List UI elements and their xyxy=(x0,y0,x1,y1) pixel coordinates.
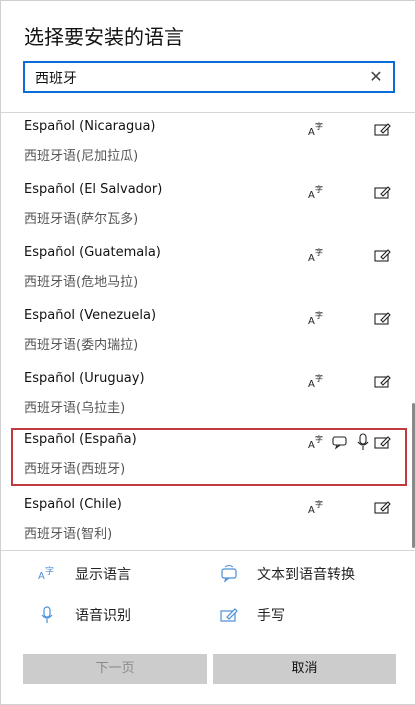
svg-text:字: 字 xyxy=(315,499,323,509)
display-language-icon: A字 xyxy=(308,433,326,451)
language-item[interactable]: Español (Nicaragua) 西班牙语(尼加拉瓜) A 字 xyxy=(11,115,407,173)
svg-text:A: A xyxy=(38,571,45,582)
legend-handwriting-label: 手写 xyxy=(257,608,285,624)
svg-text:A: A xyxy=(308,316,315,327)
svg-text:字: 字 xyxy=(315,184,323,194)
language-item[interactable]: Español (Chile) 西班牙语(智利) A 字 xyxy=(11,493,407,550)
next-button[interactable]: 下一页 xyxy=(23,654,207,684)
language-name: Español (Uruguay) xyxy=(24,371,145,386)
svg-text:字: 字 xyxy=(315,434,323,444)
svg-text:A: A xyxy=(308,505,315,516)
handwriting-icon xyxy=(374,246,392,264)
legend-display-language: A字 显示语言 xyxy=(37,564,131,584)
search-box[interactable]: 西班牙 ✕ xyxy=(23,61,395,93)
display-language-icon: A字 xyxy=(308,183,326,201)
language-name: Español (Venezuela) xyxy=(24,308,157,323)
handwriting-icon xyxy=(374,120,392,138)
language-item[interactable]: Español (El Salvador) 西班牙语(萨尔瓦多) A 字 xyxy=(11,178,407,236)
legend-display-language-label: 显示语言 xyxy=(75,567,131,583)
svg-text:字: 字 xyxy=(315,247,323,257)
display-language-icon: A字 xyxy=(308,498,326,516)
svg-text:字: 字 xyxy=(45,565,54,577)
handwriting-icon xyxy=(374,498,392,516)
display-language-icon: A字 xyxy=(37,564,57,584)
svg-text:A: A xyxy=(308,440,315,451)
svg-text:A: A xyxy=(308,190,315,201)
language-native-name: 西班牙语(危地马拉) xyxy=(24,275,139,290)
legend-text-to-speech: 文本到语音转换 xyxy=(219,564,355,584)
language-item[interactable]: Español (Guatemala) 西班牙语(危地马拉) A 字 xyxy=(11,241,407,299)
language-item[interactable]: Español (Uruguay) 西班牙语(乌拉圭) A 字 xyxy=(11,367,407,425)
language-dialog: 选择要安装的语言 西班牙 ✕ Español (Nicaragua) 西班牙语(尼… xyxy=(0,0,416,705)
legend-handwriting: 手写 xyxy=(219,605,285,625)
language-native-name: 西班牙语(萨尔瓦多) xyxy=(24,212,139,227)
legend-text-to-speech-label: 文本到语音转换 xyxy=(257,567,355,583)
scrollbar[interactable] xyxy=(412,403,415,548)
svg-text:A: A xyxy=(308,127,315,138)
language-name: Español (Nicaragua) xyxy=(24,119,156,134)
clear-icon[interactable]: ✕ xyxy=(365,66,387,88)
svg-text:A: A xyxy=(308,379,315,390)
svg-text:字: 字 xyxy=(315,121,323,131)
legend-speech-recognition-label: 语音识别 xyxy=(75,608,131,624)
language-name: Español (Chile) xyxy=(24,497,122,512)
display-language-icon: A字 xyxy=(308,246,326,264)
display-language-icon: A字 xyxy=(308,309,326,327)
search-input[interactable]: 西班牙 xyxy=(35,68,77,88)
language-list[interactable]: Español (Nicaragua) 西班牙语(尼加拉瓜) A 字 Español (… xyxy=(1,112,416,551)
legend-speech-recognition: 语音识别 xyxy=(37,605,131,625)
display-language-icon: A字 xyxy=(308,120,326,138)
handwriting-icon xyxy=(374,183,392,201)
svg-text:A: A xyxy=(308,253,315,264)
language-name: Español (España) xyxy=(24,432,137,447)
handwriting-icon xyxy=(374,309,392,327)
language-native-name: 西班牙语(委内瑞拉) xyxy=(24,338,139,353)
language-native-name: 西班牙语(尼加拉瓜) xyxy=(24,149,139,164)
text-to-speech-icon xyxy=(219,564,239,584)
language-native-name: 西班牙语(智利) xyxy=(24,527,113,542)
cancel-button[interactable]: 取消 xyxy=(213,654,396,684)
language-item[interactable]: Español (Venezuela) 西班牙语(委内瑞拉) A 字 xyxy=(11,304,407,362)
handwriting-icon xyxy=(374,433,392,451)
svg-text:字: 字 xyxy=(315,310,323,320)
language-name: Español (Guatemala) xyxy=(24,245,161,260)
svg-text:字: 字 xyxy=(315,373,323,383)
language-item-selected[interactable]: Español (España) 西班牙语(西班牙) A 字 xyxy=(11,428,407,486)
handwriting-icon xyxy=(219,605,239,625)
dialog-title: 选择要安装的语言 xyxy=(24,25,184,49)
language-name: Español (El Salvador) xyxy=(24,182,163,197)
language-native-name: 西班牙语(乌拉圭) xyxy=(24,401,126,416)
text-to-speech-icon xyxy=(331,433,349,451)
language-native-name: 西班牙语(西班牙) xyxy=(24,462,126,477)
handwriting-icon xyxy=(374,372,392,390)
speech-recognition-icon xyxy=(354,433,372,451)
microphone-icon xyxy=(37,605,57,625)
display-language-icon: A字 xyxy=(308,372,326,390)
